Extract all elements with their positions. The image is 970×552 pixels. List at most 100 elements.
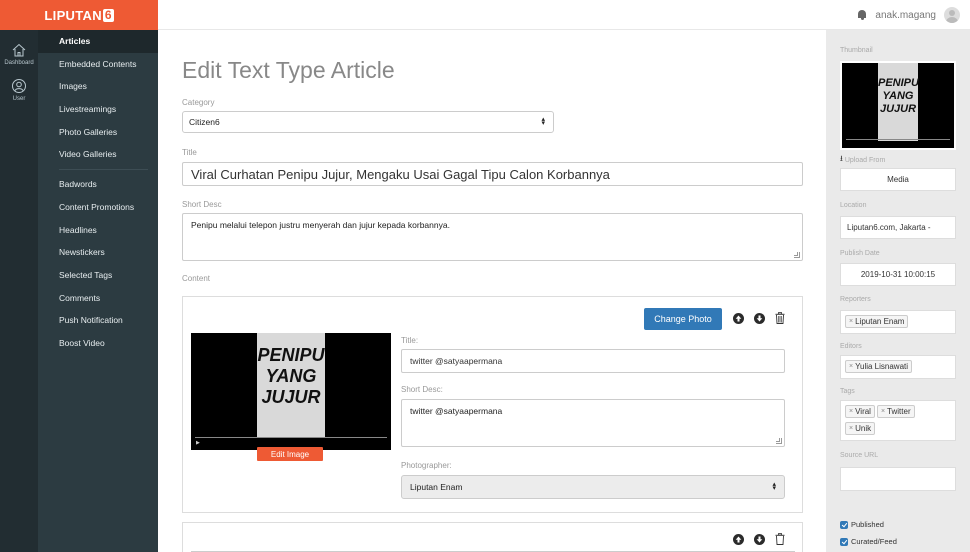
sidebar-nav: Articles Embedded Contents Images Livest… bbox=[38, 30, 158, 552]
tags-label: Tags bbox=[840, 388, 855, 395]
thumbnail-image[interactable]: PENIPU YANG JUJUR bbox=[840, 61, 956, 150]
change-photo-button[interactable]: Change Photo bbox=[644, 308, 722, 330]
nav-item-boost-video[interactable]: Boost Video bbox=[38, 332, 158, 355]
publish-date-label: Publish Date bbox=[840, 250, 880, 257]
reporter-tag[interactable]: × Liputan Enam bbox=[845, 315, 909, 328]
nav-item-newstickers[interactable]: Newstickers bbox=[38, 241, 158, 264]
avatar[interactable] bbox=[944, 7, 960, 23]
photo-title-input[interactable]: twitter @satyaapermana bbox=[401, 349, 785, 373]
thumb-line-3: JUJUR bbox=[879, 103, 917, 115]
nav-item-photo-galleries[interactable]: Photo Galleries bbox=[38, 121, 158, 144]
rail-label-dashboard: Dashboard bbox=[4, 60, 34, 66]
rail-item-user[interactable]: User bbox=[0, 66, 38, 102]
photo-short-desc-value: twitter @satyaapermana bbox=[410, 406, 503, 416]
tags-input[interactable]: × Viral × Twitter × Unik bbox=[840, 400, 956, 441]
next-content-block bbox=[182, 522, 803, 552]
photographer-select[interactable]: Liputan Enam ▴ ▾ bbox=[401, 475, 785, 499]
home-icon bbox=[12, 43, 26, 57]
nav-item-video-galleries[interactable]: Video Galleries bbox=[38, 143, 158, 166]
title-value: Viral Curhatan Penipu Jujur, Mengaku Usa… bbox=[191, 166, 610, 182]
short-desc-textarea[interactable]: Penipu melalui telepon justru menyerah d… bbox=[182, 213, 803, 261]
remove-icon[interactable]: × bbox=[881, 408, 885, 415]
remove-icon[interactable]: × bbox=[849, 318, 853, 325]
trash-icon[interactable] bbox=[775, 533, 785, 545]
remove-icon[interactable]: × bbox=[849, 425, 853, 432]
username[interactable]: anak.magang bbox=[875, 10, 936, 21]
location-input[interactable]: Liputan6.com, Jakarta - bbox=[840, 216, 956, 239]
checkbox-checked-icon[interactable] bbox=[840, 520, 848, 529]
thumbnail-label: Thumbnail bbox=[840, 47, 873, 54]
category-select[interactable]: Citizen6 ▴ ▾ bbox=[182, 111, 554, 133]
user-icon bbox=[12, 79, 26, 93]
logo[interactable]: LIPUTAN 6 bbox=[0, 0, 158, 30]
reporter-tag-label: Liputan Enam bbox=[855, 317, 905, 326]
logo-text: LIPUTAN bbox=[44, 7, 102, 23]
edit-image-button[interactable]: Edit Image bbox=[257, 447, 323, 461]
reporters-input[interactable]: × Liputan Enam bbox=[840, 310, 956, 334]
checkbox-checked-icon[interactable] bbox=[840, 537, 848, 546]
user-menu[interactable]: anak.magang bbox=[857, 0, 960, 30]
curated-label: Curated/Feed bbox=[851, 537, 897, 546]
nav-item-livestreamings[interactable]: Livestreamings bbox=[38, 98, 158, 121]
upload-from-text: Upload From bbox=[844, 156, 886, 164]
move-up-icon[interactable] bbox=[733, 534, 744, 545]
photo-title-value: twitter @satyaapermana bbox=[410, 356, 503, 366]
play-icon: ▶ bbox=[196, 440, 200, 446]
bell-icon[interactable] bbox=[857, 9, 867, 21]
thumb-progress-bar bbox=[846, 139, 950, 140]
photo-line-2: YANG bbox=[265, 366, 317, 386]
nav-item-badwords[interactable]: Badwords bbox=[38, 173, 158, 196]
nav-item-images[interactable]: Images bbox=[38, 75, 158, 98]
thumb-line-2: YANG bbox=[882, 90, 914, 102]
upload-source-box[interactable]: Media bbox=[840, 168, 956, 191]
category-label: Category bbox=[182, 98, 215, 107]
tag-chip[interactable]: × Twitter bbox=[876, 405, 915, 418]
photo-line-1: PENIPU bbox=[257, 345, 325, 365]
move-down-icon[interactable] bbox=[754, 313, 765, 324]
category-value: Citizen6 bbox=[189, 117, 220, 127]
tag-chip[interactable]: × Viral bbox=[845, 405, 875, 418]
rail-item-dashboard[interactable]: Dashboard bbox=[0, 30, 38, 66]
photo-content-block: Change Photo PENIPU YANG JUJUR ▶ Edit Im… bbox=[182, 296, 803, 513]
page-title: Edit Text Type Article bbox=[182, 57, 395, 83]
publish-date-input[interactable]: 2019-10-31 10:00:15 bbox=[840, 263, 956, 286]
select-arrows-icon: ▴ ▾ bbox=[541, 116, 545, 127]
published-checkbox[interactable]: Published bbox=[840, 520, 884, 529]
resize-handle-icon[interactable] bbox=[794, 252, 800, 258]
logo-number: 6 bbox=[102, 7, 114, 22]
source-url-input[interactable] bbox=[840, 467, 956, 491]
tag-chip-label: Twitter bbox=[887, 407, 911, 416]
title-input[interactable]: Viral Curhatan Penipu Jujur, Mengaku Usa… bbox=[182, 162, 803, 186]
tag-chip[interactable]: × Unik bbox=[845, 422, 876, 435]
rail-label-user: User bbox=[12, 96, 26, 102]
main-content: Edit Text Type Article Category Citizen6… bbox=[158, 30, 826, 552]
published-label: Published bbox=[851, 520, 884, 529]
nav-divider bbox=[59, 169, 148, 171]
nav-item-embedded-contents[interactable]: Embedded Contents bbox=[38, 53, 158, 76]
photo-card: PENIPU YANG JUJUR bbox=[257, 333, 325, 438]
top-bar: LIPUTAN 6 anak.magang bbox=[0, 0, 970, 30]
editors-input[interactable]: × Yulia Lisnawati bbox=[840, 355, 956, 379]
trash-icon[interactable] bbox=[775, 312, 785, 324]
photo-short-desc-label: Short Desc: bbox=[401, 385, 443, 394]
photographer-value: Liputan Enam bbox=[410, 482, 463, 492]
remove-icon[interactable]: × bbox=[849, 408, 853, 415]
nav-item-selected-tags[interactable]: Selected Tags bbox=[38, 264, 158, 287]
nav-item-comments[interactable]: Comments bbox=[38, 287, 158, 310]
move-up-icon[interactable] bbox=[733, 313, 744, 324]
move-down-icon[interactable] bbox=[754, 534, 765, 545]
tag-chip-label: Viral bbox=[855, 407, 871, 416]
nav-item-articles[interactable]: Articles bbox=[38, 30, 158, 53]
nav-item-content-promotions[interactable]: Content Promotions bbox=[38, 196, 158, 219]
photo-short-desc-textarea[interactable]: twitter @satyaapermana bbox=[401, 399, 785, 447]
nav-item-push-notification[interactable]: Push Notification bbox=[38, 309, 158, 332]
photo-line-3: JUJUR bbox=[261, 387, 321, 407]
nav-item-headlines[interactable]: Headlines bbox=[38, 219, 158, 242]
remove-icon[interactable]: × bbox=[849, 363, 853, 370]
select-arrows-icon: ▴ ▾ bbox=[772, 481, 776, 492]
curated-checkbox[interactable]: Curated/Feed bbox=[840, 537, 897, 546]
icon-rail: Dashboard User bbox=[0, 30, 38, 552]
resize-handle-icon[interactable] bbox=[776, 438, 782, 444]
editor-tag[interactable]: × Yulia Lisnawati bbox=[845, 360, 913, 373]
reporters-label: Reporters bbox=[840, 296, 871, 303]
